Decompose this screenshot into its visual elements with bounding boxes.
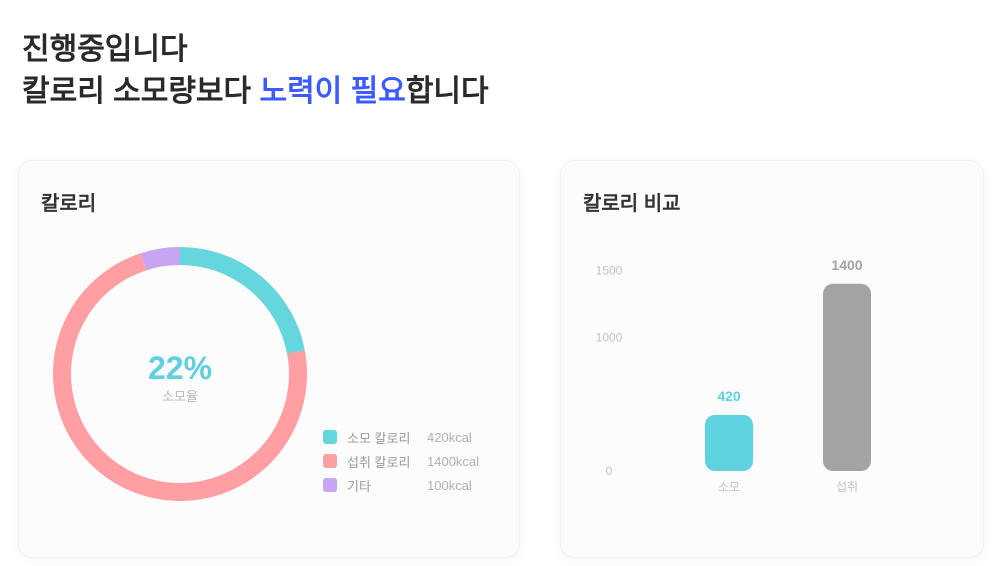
donut-center-value: 22% bbox=[148, 350, 212, 386]
legend-swatch bbox=[323, 454, 337, 468]
bar-1 bbox=[823, 283, 871, 471]
bar-value-label: 1400 bbox=[831, 257, 862, 273]
donut-slice-2 bbox=[140, 247, 181, 271]
donut-card-title: 칼로리 bbox=[41, 193, 97, 215]
bar-card-title: 칼로리 비교 bbox=[583, 193, 681, 215]
donut-legend: 소모 칼로리 420kcal 섭취 칼로리 1400kcal 기타 100kcal bbox=[323, 425, 479, 497]
legend-value: 100kcal bbox=[427, 477, 472, 493]
bar-0 bbox=[705, 414, 753, 471]
x-category-label: 섭취 bbox=[836, 480, 858, 494]
legend-label: 소모 칼로리 bbox=[347, 430, 411, 446]
status-message: 칼로리 소모량보다 노력이 필요합니다 bbox=[22, 70, 489, 114]
status-message-highlight: 노력이 필요 bbox=[259, 75, 406, 108]
legend-item-1: 섭취 칼로리 1400kcal bbox=[323, 449, 479, 473]
y-tick-label: 0 bbox=[606, 464, 613, 478]
legend-item-2: 기타 100kcal bbox=[323, 473, 479, 497]
calorie-bar-chart: 1500 1000 0 420 소모 1400 섭취 bbox=[596, 257, 871, 494]
calorie-donut-chart: 22% 소모율 bbox=[53, 247, 307, 501]
calorie-donut-card: 칼로리 22% 소모율 소모 칼로리 420kcal 섭취 칼로리 1400kcal 기… bbox=[18, 160, 520, 558]
bar-value-label: 420 bbox=[717, 388, 741, 404]
x-category-label: 소모 bbox=[718, 480, 740, 494]
y-tick-label: 1500 bbox=[596, 263, 623, 277]
legend-label: 기타 bbox=[347, 478, 371, 494]
y-tick-label: 1000 bbox=[596, 330, 623, 344]
status-message-prefix: 칼로리 소모량보다 bbox=[22, 75, 260, 108]
status-heading: 진행중입니다 bbox=[22, 33, 188, 66]
legend-swatch bbox=[323, 478, 337, 492]
legend-swatch bbox=[323, 430, 337, 444]
calorie-bar-card: 칼로리 비교 1500 1000 0 420 소모 1400 섭취 bbox=[560, 160, 984, 558]
page-header: 진행중입니다 칼로리 소모량보다 노력이 필요합니다 bbox=[22, 30, 489, 114]
legend-item-0: 소모 칼로리 420kcal bbox=[323, 425, 479, 449]
donut-center-label: 소모율 bbox=[162, 389, 198, 404]
legend-label: 섭취 칼로리 bbox=[347, 454, 411, 470]
legend-value: 420kcal bbox=[427, 429, 472, 445]
donut-slice-0 bbox=[179, 247, 305, 354]
legend-value: 1400kcal bbox=[427, 453, 480, 469]
status-message-suffix: 합니다 bbox=[405, 75, 489, 108]
